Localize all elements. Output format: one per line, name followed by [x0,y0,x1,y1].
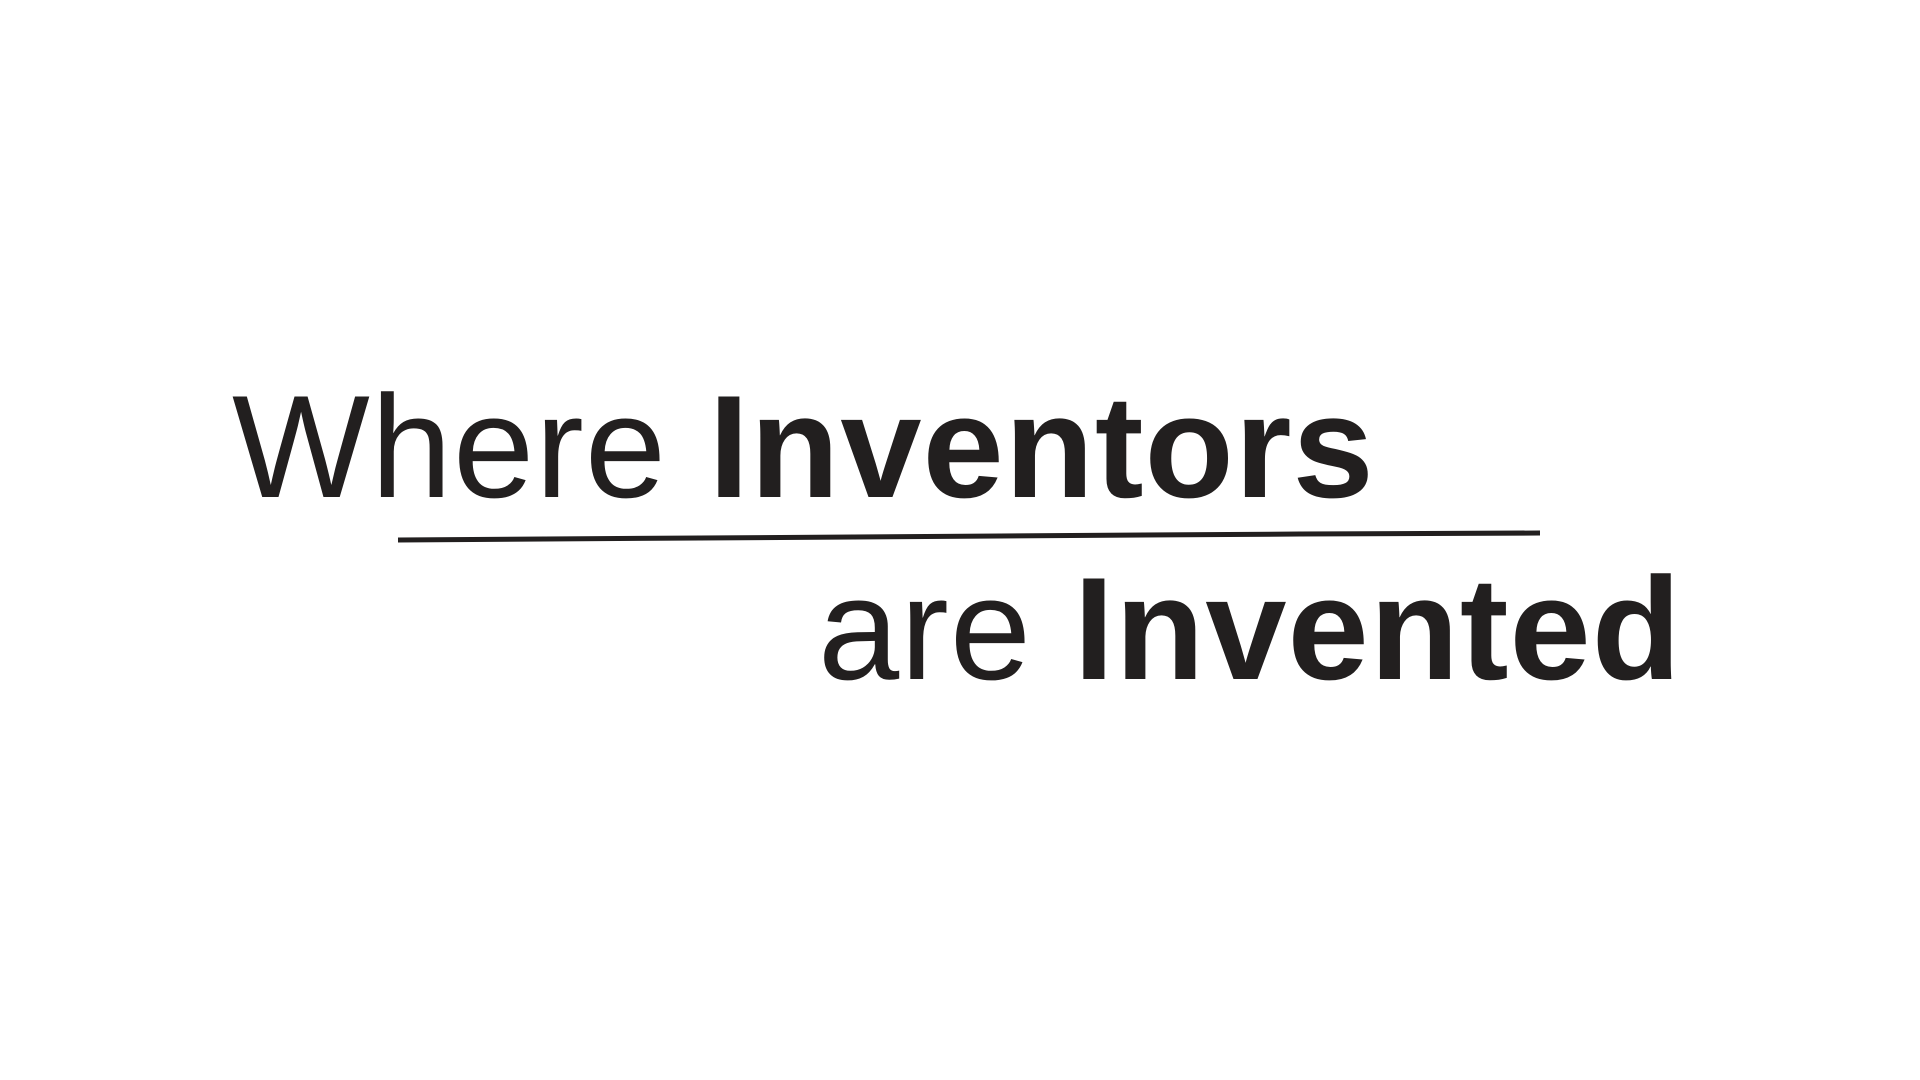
headline-word-are: are [818,547,1033,710]
underline-divider [397,530,1541,543]
headline-line-2: are Invented [818,556,1682,702]
headline-word-invented: Invented [1073,547,1682,710]
slide-canvas: Where Inventors are Invented [0,0,1920,1080]
